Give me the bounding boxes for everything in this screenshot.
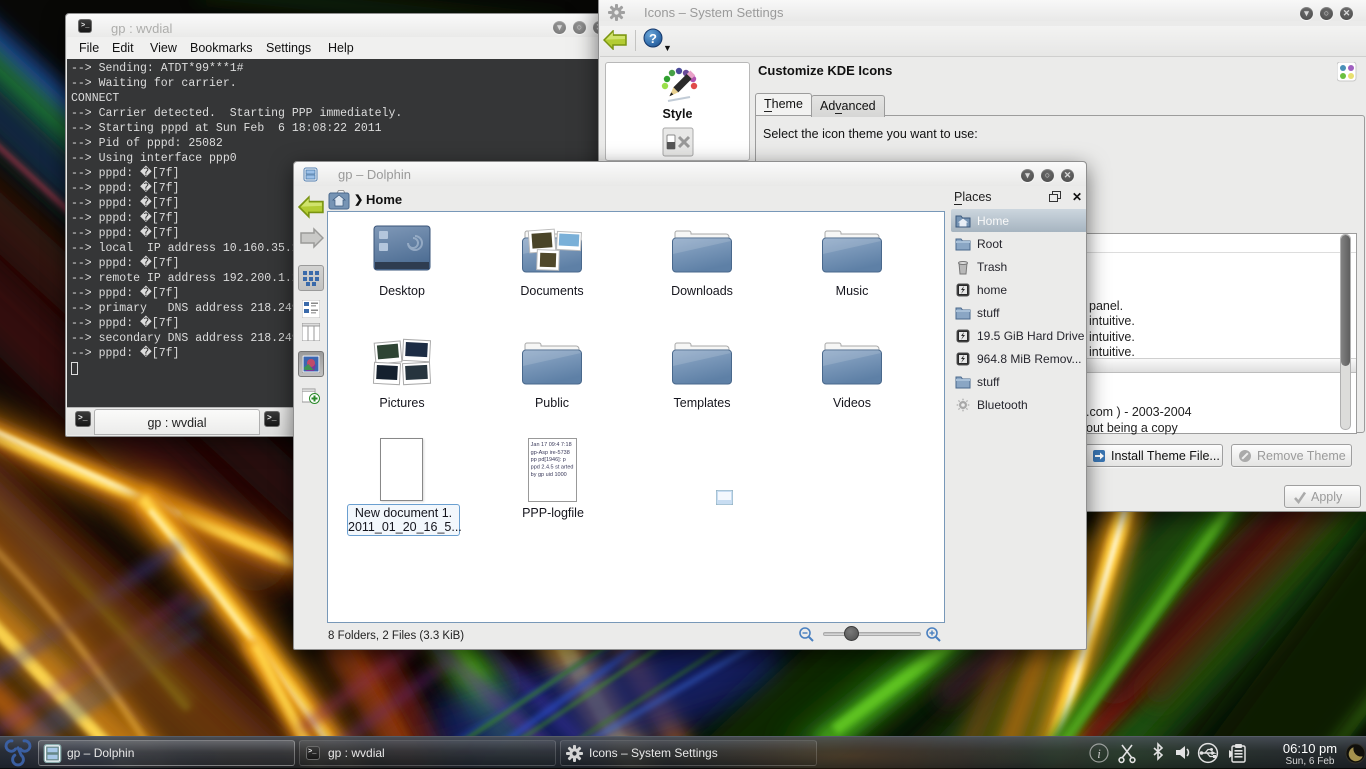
svg-text:i: i	[1097, 746, 1101, 761]
svg-text:?: ?	[649, 31, 657, 46]
